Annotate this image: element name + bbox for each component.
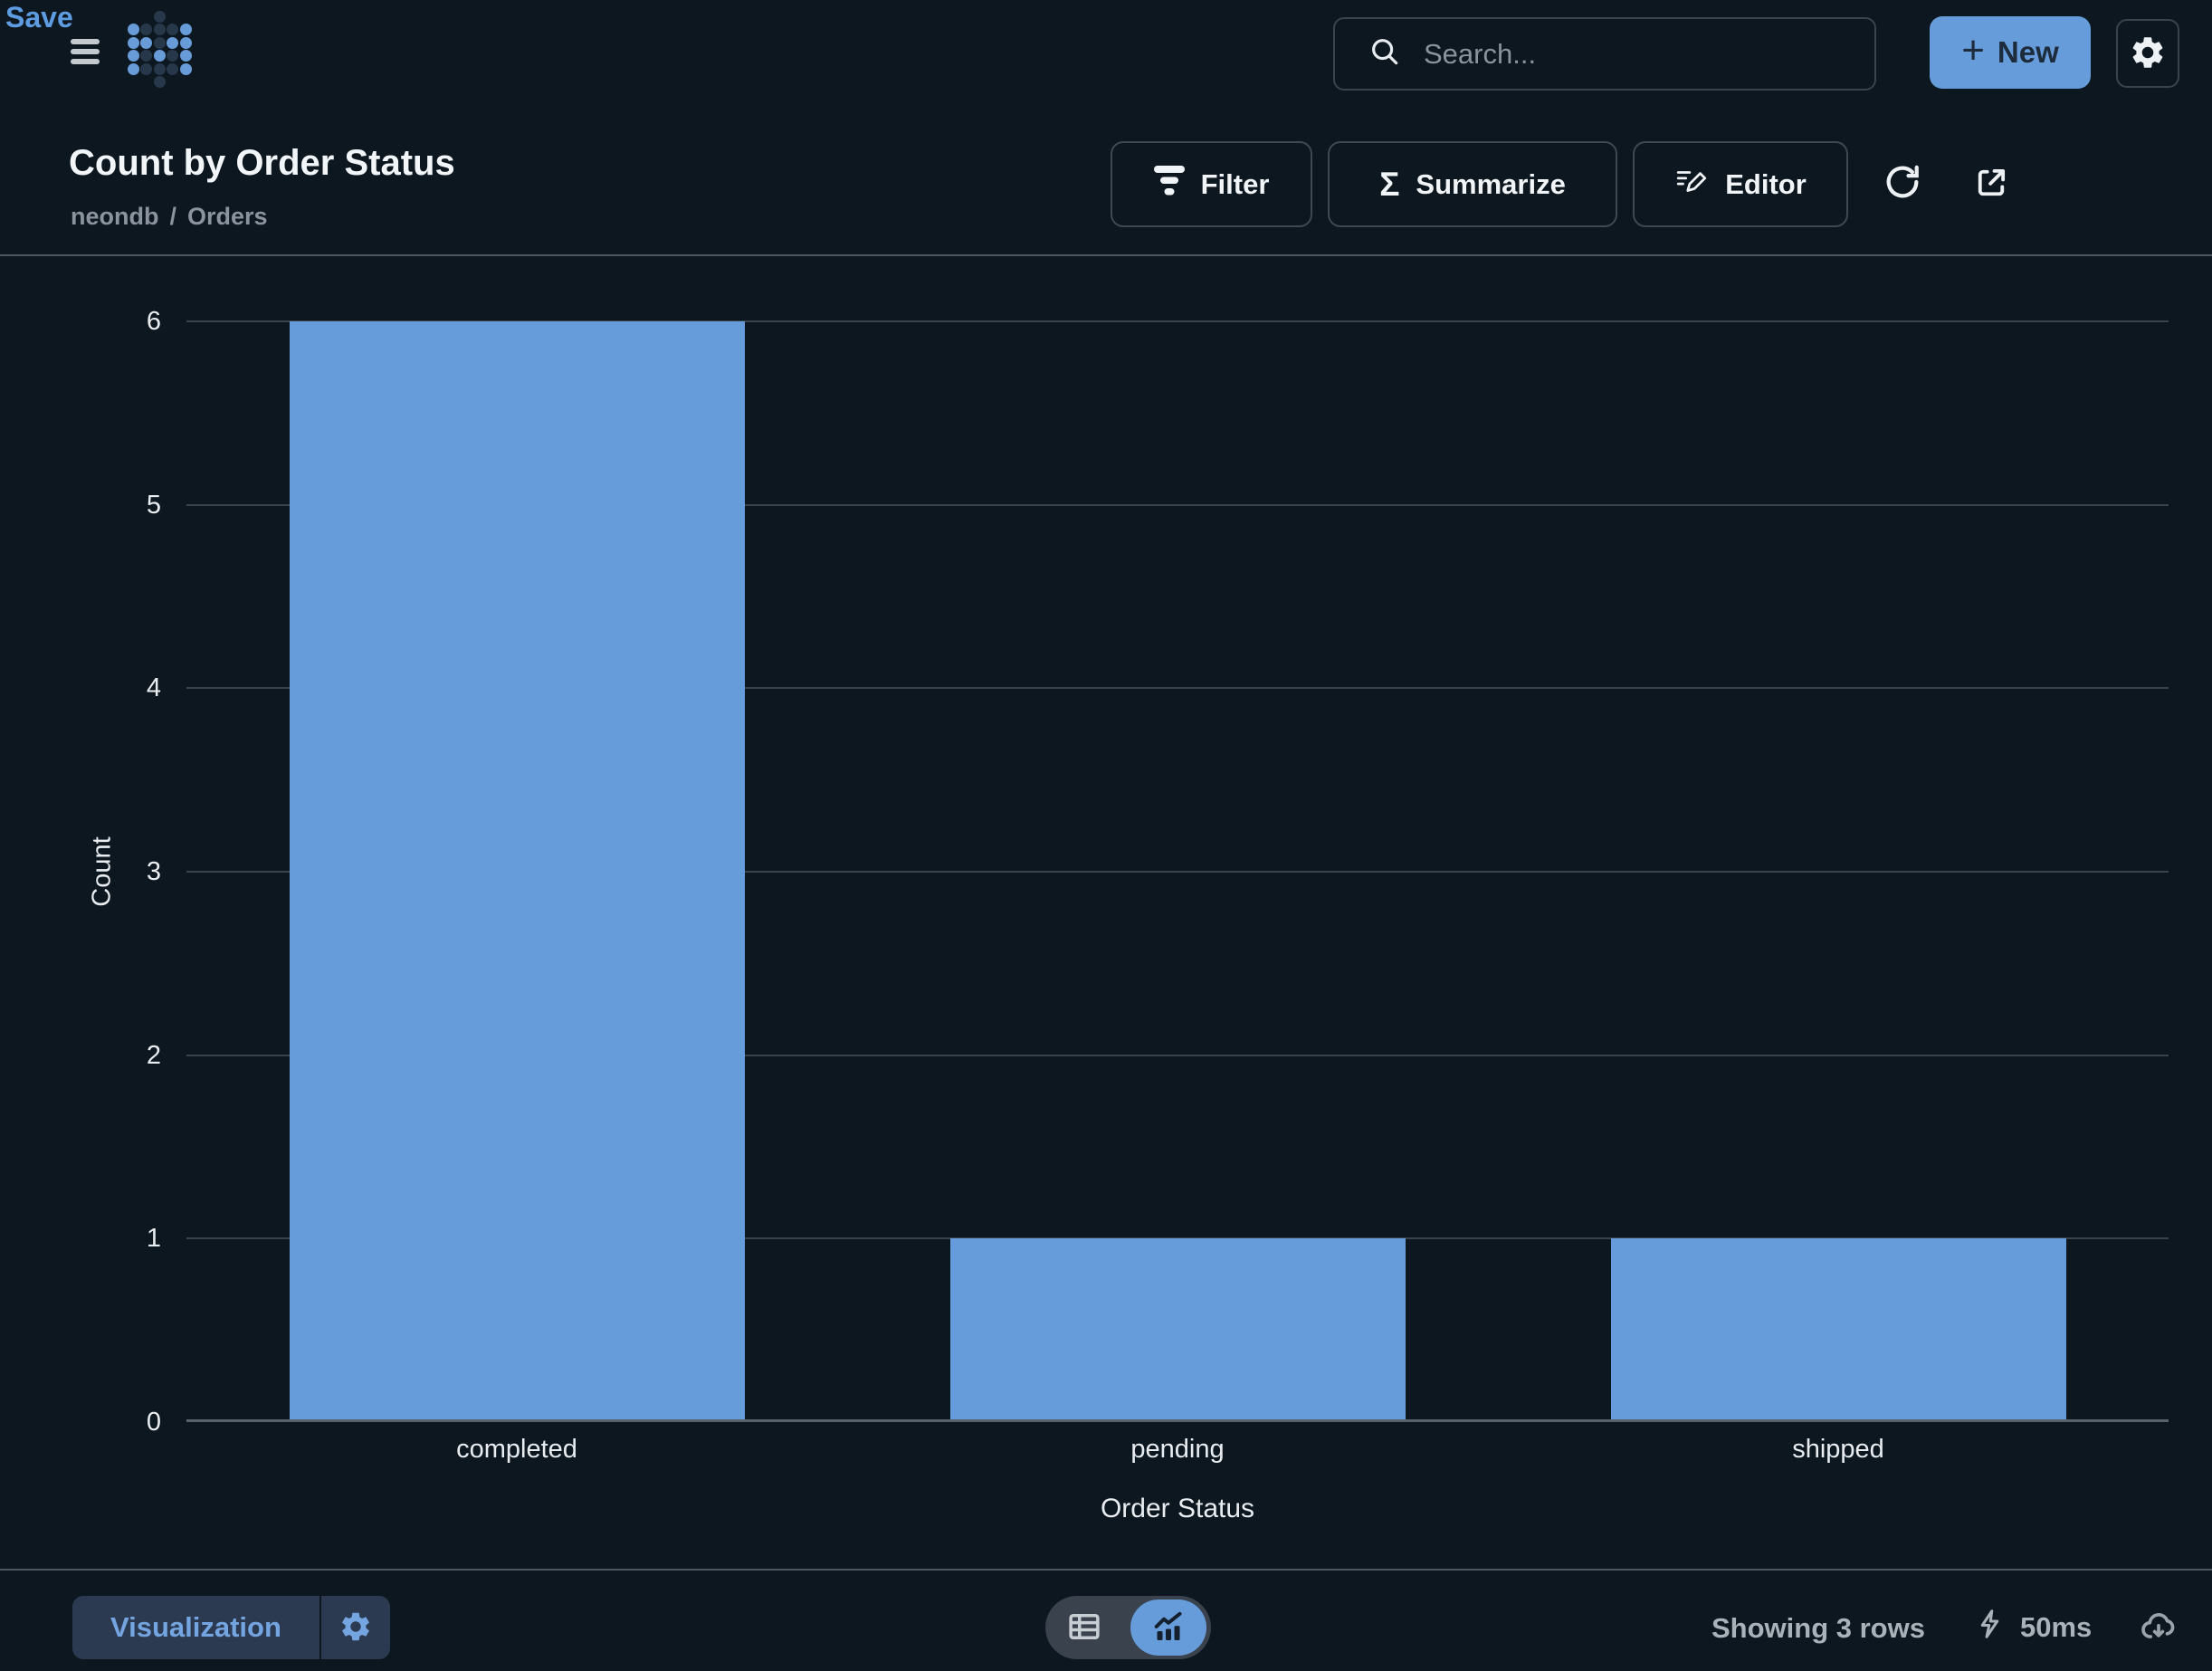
logo-dot (140, 24, 152, 35)
download-button[interactable] (2136, 1607, 2181, 1650)
logo-dot (167, 63, 178, 75)
y-tick-label: 4 (0, 673, 161, 703)
logo-dot (154, 50, 166, 62)
search-icon (1368, 34, 1402, 73)
filter-icon (1154, 166, 1185, 203)
breadcrumb-database[interactable]: neondb (71, 203, 158, 231)
summarize-button-label: Summarize (1416, 168, 1565, 201)
new-button-label: New (1997, 35, 2059, 70)
logo-dot (128, 50, 139, 62)
logo-dot (180, 63, 192, 75)
breadcrumb: neondb / Orders (71, 203, 268, 231)
visualization-split-button: Visualization (72, 1596, 390, 1659)
logo-dot (167, 24, 178, 35)
logo-dot (128, 24, 139, 35)
logo-dot (167, 50, 178, 62)
settings-gear-button[interactable] (2116, 19, 2179, 88)
viz-gear-icon (338, 1609, 373, 1647)
view-toggle (1045, 1596, 1211, 1659)
plot-area (186, 321, 2169, 1422)
search-input[interactable] (1422, 37, 1874, 72)
logo-dot (140, 50, 152, 62)
logo-dot (154, 37, 166, 49)
bar-pending[interactable] (950, 1238, 1406, 1422)
metabase-app: + New Count by Order Status neondb / Ord… (0, 0, 2212, 1671)
table-view-icon (1065, 1608, 1103, 1648)
y-tick-label: 2 (0, 1040, 161, 1071)
row-count: Showing 3 rows (1711, 1612, 1925, 1645)
header-divider (0, 254, 2212, 256)
x-tick-label: shipped (1792, 1435, 1884, 1465)
metabase-logo[interactable] (128, 11, 195, 91)
breadcrumb-separator: / (169, 203, 176, 231)
plus-icon: + (1961, 31, 1985, 71)
logo-dot (180, 50, 192, 62)
visualization-button[interactable]: Visualization (72, 1596, 319, 1659)
gridline-y0 (186, 1419, 2169, 1422)
table-view-button[interactable] (1045, 1607, 1123, 1649)
y-axis-ticks: 0123456 (0, 321, 161, 1422)
editor-icon (1674, 164, 1709, 205)
cloud-download-icon (2138, 1608, 2179, 1650)
x-tick-label: completed (456, 1435, 577, 1465)
logo-dot (128, 63, 139, 75)
share-button[interactable] (1971, 164, 2011, 204)
bar-completed[interactable] (290, 321, 745, 1422)
logo-dot (154, 24, 166, 35)
logo-dot (154, 76, 166, 88)
refresh-icon (1882, 161, 1923, 205)
hamburger-menu-icon (71, 54, 101, 68)
logo-dot (180, 37, 192, 49)
x-tick-label: pending (1130, 1435, 1224, 1465)
hamburger-menu-button[interactable] (71, 38, 101, 65)
settings-gear-icon (2129, 33, 2167, 74)
logo-dot (154, 63, 166, 75)
query-performance: 50ms (1975, 1606, 2092, 1649)
y-tick-label: 6 (0, 306, 161, 337)
y-tick-label: 0 (0, 1407, 161, 1437)
filter-button[interactable]: Filter (1111, 141, 1312, 227)
logo-dot (128, 37, 139, 49)
summarize-button[interactable]: Σ Summarize (1328, 141, 1617, 227)
refresh-button[interactable] (1881, 161, 1924, 205)
editor-button[interactable]: Editor (1633, 141, 1848, 227)
editor-button-label: Editor (1725, 168, 1807, 201)
footer-divider (0, 1569, 2212, 1571)
page-title: Count by Order Status (69, 143, 455, 184)
bar-shipped[interactable] (1611, 1238, 2066, 1422)
logo-dot (140, 37, 152, 49)
logo-dot (180, 24, 192, 35)
filter-button-label: Filter (1201, 168, 1270, 201)
chart-view-button[interactable] (1130, 1599, 1206, 1656)
logo-dot (154, 11, 166, 23)
y-tick-label: 1 (0, 1223, 161, 1254)
logo-dot (167, 37, 178, 49)
viz-settings-button[interactable] (321, 1596, 390, 1659)
chart-view-icon (1150, 1609, 1187, 1647)
x-axis-label: Order Status (1101, 1494, 1254, 1524)
lightning-icon (1975, 1606, 2007, 1649)
y-tick-label: 3 (0, 856, 161, 887)
new-button[interactable]: + New (1930, 16, 2091, 89)
save-button[interactable]: Save (0, 0, 79, 35)
logo-dot (140, 63, 152, 75)
x-axis-ticks: completed pending shipped (186, 1435, 2169, 1471)
summarize-icon: Σ (1379, 167, 1399, 201)
share-icon (1972, 164, 2010, 205)
breadcrumb-table[interactable]: Orders (187, 203, 268, 231)
query-time: 50ms (2020, 1611, 2092, 1644)
search-bar[interactable] (1333, 17, 1876, 91)
y-tick-label: 5 (0, 490, 161, 520)
